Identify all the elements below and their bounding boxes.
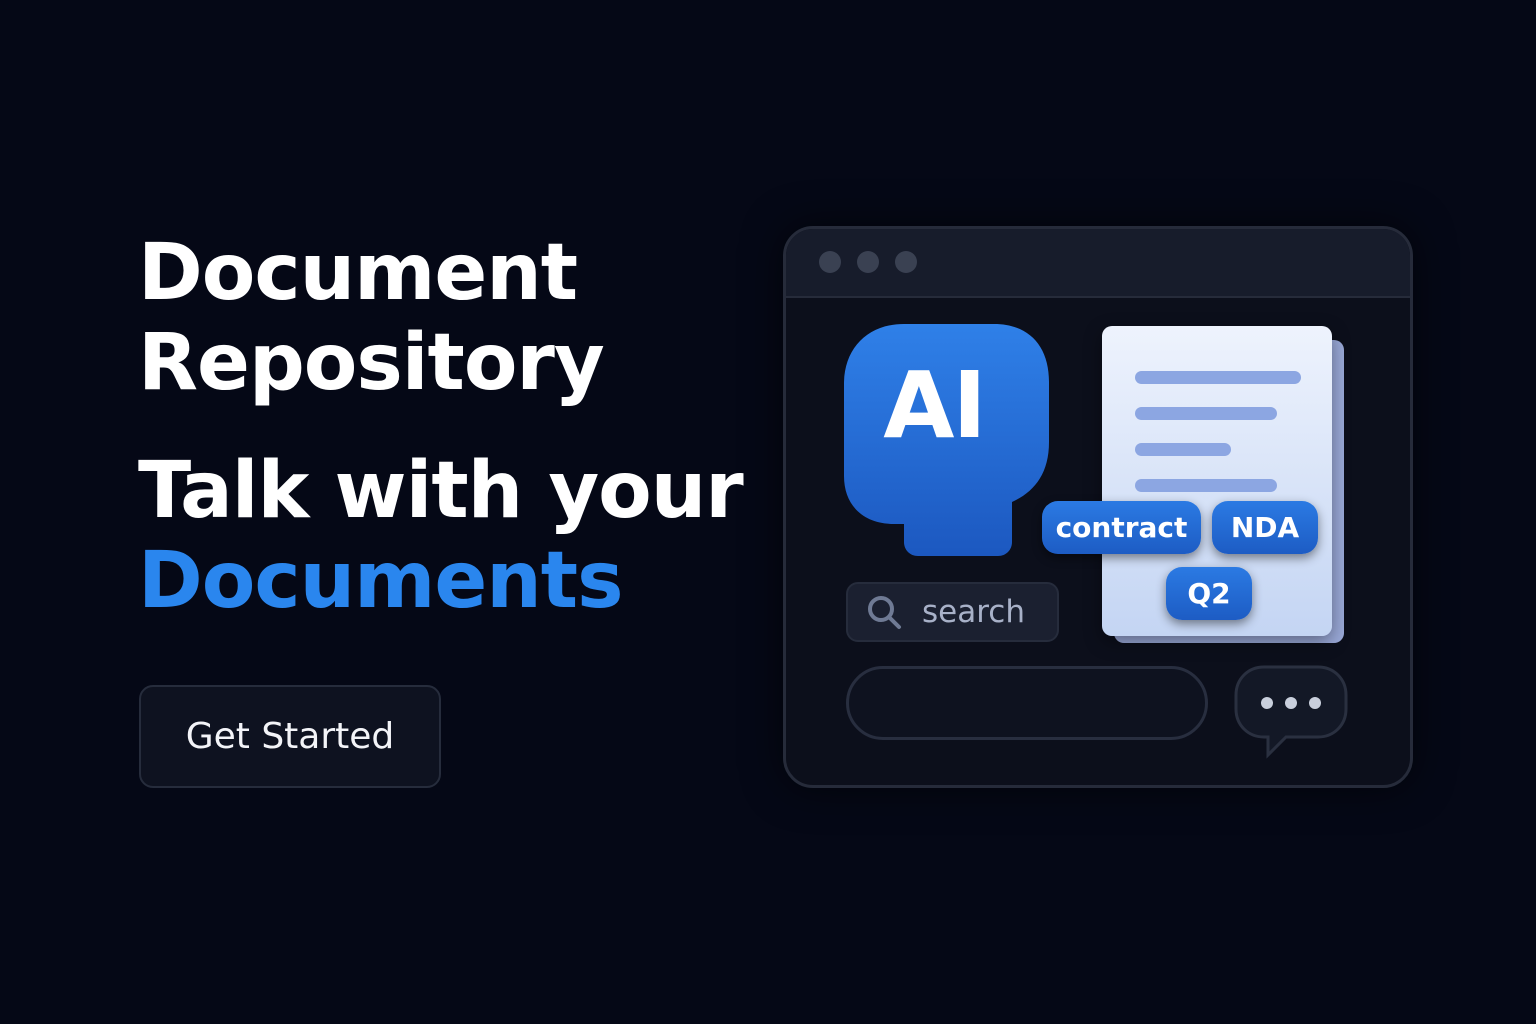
window-dot: [819, 251, 841, 273]
window-titlebar: [786, 229, 1410, 298]
page-title: Document Repository: [138, 228, 758, 408]
chat-bubble-icon: [1234, 665, 1348, 759]
hero-text: Document Repository Talk with your Docum…: [138, 228, 758, 626]
message-input: [846, 666, 1208, 740]
ai-label: AI: [883, 352, 986, 459]
search-placeholder: search: [922, 594, 1025, 630]
document-text-line: [1135, 479, 1277, 492]
tagline-accent: Documents: [138, 536, 624, 626]
document-text-line: [1135, 407, 1277, 420]
window-dot: [895, 251, 917, 273]
ai-head-icon: AI: [844, 324, 1049, 556]
document-text-line: [1135, 371, 1301, 384]
window-dot: [857, 251, 879, 273]
title-line-1: Document: [138, 228, 578, 318]
title-line-2: Repository: [138, 318, 605, 408]
search-icon: [866, 594, 902, 630]
tagline-line-1: Talk with your: [138, 446, 744, 536]
tag-q2: Q2: [1166, 567, 1252, 620]
tag-nda: NDA: [1212, 501, 1318, 554]
search-field: search: [846, 582, 1059, 642]
tag-contract: contract: [1042, 501, 1201, 554]
tagline: Talk with your Documents: [138, 446, 758, 626]
app-window-illustration: AI contract NDA Q2 search: [783, 226, 1413, 788]
document-text-line: [1135, 443, 1231, 456]
get-started-button[interactable]: Get Started: [139, 685, 441, 788]
